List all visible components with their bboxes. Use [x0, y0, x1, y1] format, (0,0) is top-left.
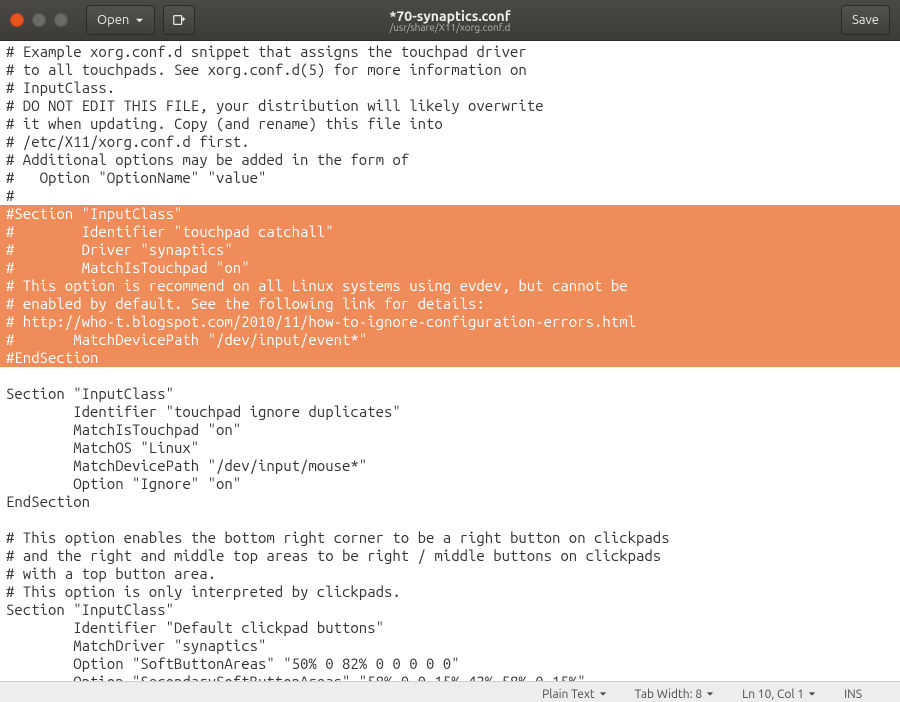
- open-label: Open: [97, 13, 129, 27]
- editor-line[interactable]: Option "SoftButtonAreas" "50% 0 82% 0 0 …: [6, 655, 900, 673]
- editor-line[interactable]: # This option is recommend on all Linux …: [0, 277, 900, 295]
- save-button[interactable]: Save: [841, 5, 890, 35]
- editor-line[interactable]: # MatchIsTouchpad "on": [0, 259, 900, 277]
- editor-line[interactable]: MatchDriver "synaptics": [6, 637, 900, 655]
- editor-line[interactable]: # This option enables the bottom right c…: [6, 529, 900, 547]
- save-label: Save: [852, 13, 879, 27]
- editor-line[interactable]: # InputClass.: [6, 79, 900, 97]
- editor-line[interactable]: Identifier "touchpad ignore duplicates": [6, 403, 900, 421]
- editor-line[interactable]: # MatchDevicePath "/dev/input/event*": [0, 331, 900, 349]
- editor-line[interactable]: MatchIsTouchpad "on": [6, 421, 900, 439]
- chevron-down-icon: [808, 690, 816, 698]
- insert-mode-label: INS: [844, 688, 862, 701]
- editor-line[interactable]: # Option "OptionName" "value": [6, 169, 900, 187]
- editor-line[interactable]: #Section "InputClass": [0, 205, 900, 223]
- editor-line[interactable]: # Example xorg.conf.d snippet that assig…: [6, 43, 900, 61]
- titlebar: Open *70-synaptics.conf /usr/share/X11/x…: [0, 0, 900, 41]
- cursor-position-label: Ln 10, Col 1: [742, 688, 804, 701]
- close-icon[interactable]: [10, 13, 24, 27]
- editor-line[interactable]: MatchOS "Linux": [6, 439, 900, 457]
- minimize-icon[interactable]: [32, 13, 46, 27]
- language-label: Plain Text: [542, 688, 595, 701]
- editor-line[interactable]: # Additional options may be added in the…: [6, 151, 900, 169]
- editor-line[interactable]: Identifier "Default clickpad buttons": [6, 619, 900, 637]
- tab-width-label: Tab Width: 8: [635, 688, 702, 701]
- editor-line[interactable]: # Driver "synaptics": [0, 241, 900, 259]
- new-tab-icon: [172, 13, 186, 27]
- editor-line[interactable]: # to all touchpads. See xorg.conf.d(5) f…: [6, 61, 900, 79]
- editor-line[interactable]: Section "InputClass": [6, 601, 900, 619]
- chevron-down-icon: [599, 690, 607, 698]
- editor-line[interactable]: # /etc/X11/xorg.conf.d first.: [6, 133, 900, 151]
- toolbar-right: Save: [841, 5, 900, 35]
- editor-line[interactable]: #EndSection: [0, 349, 900, 367]
- statusbar: Plain Text Tab Width: 8 Ln 10, Col 1 INS: [0, 681, 900, 702]
- maximize-icon[interactable]: [54, 13, 68, 27]
- editor-line[interactable]: # http://who-t.blogspot.com/2010/11/how-…: [0, 313, 900, 331]
- editor-line[interactable]: # Identifier "touchpad catchall": [0, 223, 900, 241]
- editor-line[interactable]: [6, 511, 900, 529]
- editor-line[interactable]: #: [6, 187, 900, 205]
- editor-line[interactable]: Option "SecondarySoftButtonAreas" "58% 0…: [6, 673, 900, 681]
- new-tab-button[interactable]: [163, 5, 195, 35]
- tab-width-selector[interactable]: Tab Width: 8: [635, 688, 714, 701]
- editor-line[interactable]: Option "Ignore" "on": [6, 475, 900, 493]
- toolbar-left: Open: [86, 5, 195, 35]
- editor-line[interactable]: # This option is only interpreted by cli…: [6, 583, 900, 601]
- cursor-position-selector[interactable]: Ln 10, Col 1: [742, 688, 816, 701]
- language-selector[interactable]: Plain Text: [542, 688, 607, 701]
- editor-line[interactable]: # with a top button area.: [6, 565, 900, 583]
- editor-line[interactable]: MatchDevicePath "/dev/input/mouse*": [6, 457, 900, 475]
- window-controls: [0, 13, 68, 27]
- editor-line[interactable]: Section "InputClass": [6, 385, 900, 403]
- editor-line[interactable]: # DO NOT EDIT THIS FILE, your distributi…: [6, 97, 900, 115]
- open-button[interactable]: Open: [86, 5, 155, 35]
- text-editor[interactable]: # Example xorg.conf.d snippet that assig…: [0, 41, 900, 681]
- editor-line[interactable]: # it when updating. Copy (and rename) th…: [6, 115, 900, 133]
- editor-line[interactable]: # enabled by default. See the following …: [0, 295, 900, 313]
- editor-line[interactable]: # and the right and middle top areas to …: [6, 547, 900, 565]
- editor-line[interactable]: [6, 367, 900, 385]
- chevron-down-icon: [135, 16, 144, 25]
- editor-line[interactable]: EndSection: [6, 493, 900, 511]
- chevron-down-icon: [706, 690, 714, 698]
